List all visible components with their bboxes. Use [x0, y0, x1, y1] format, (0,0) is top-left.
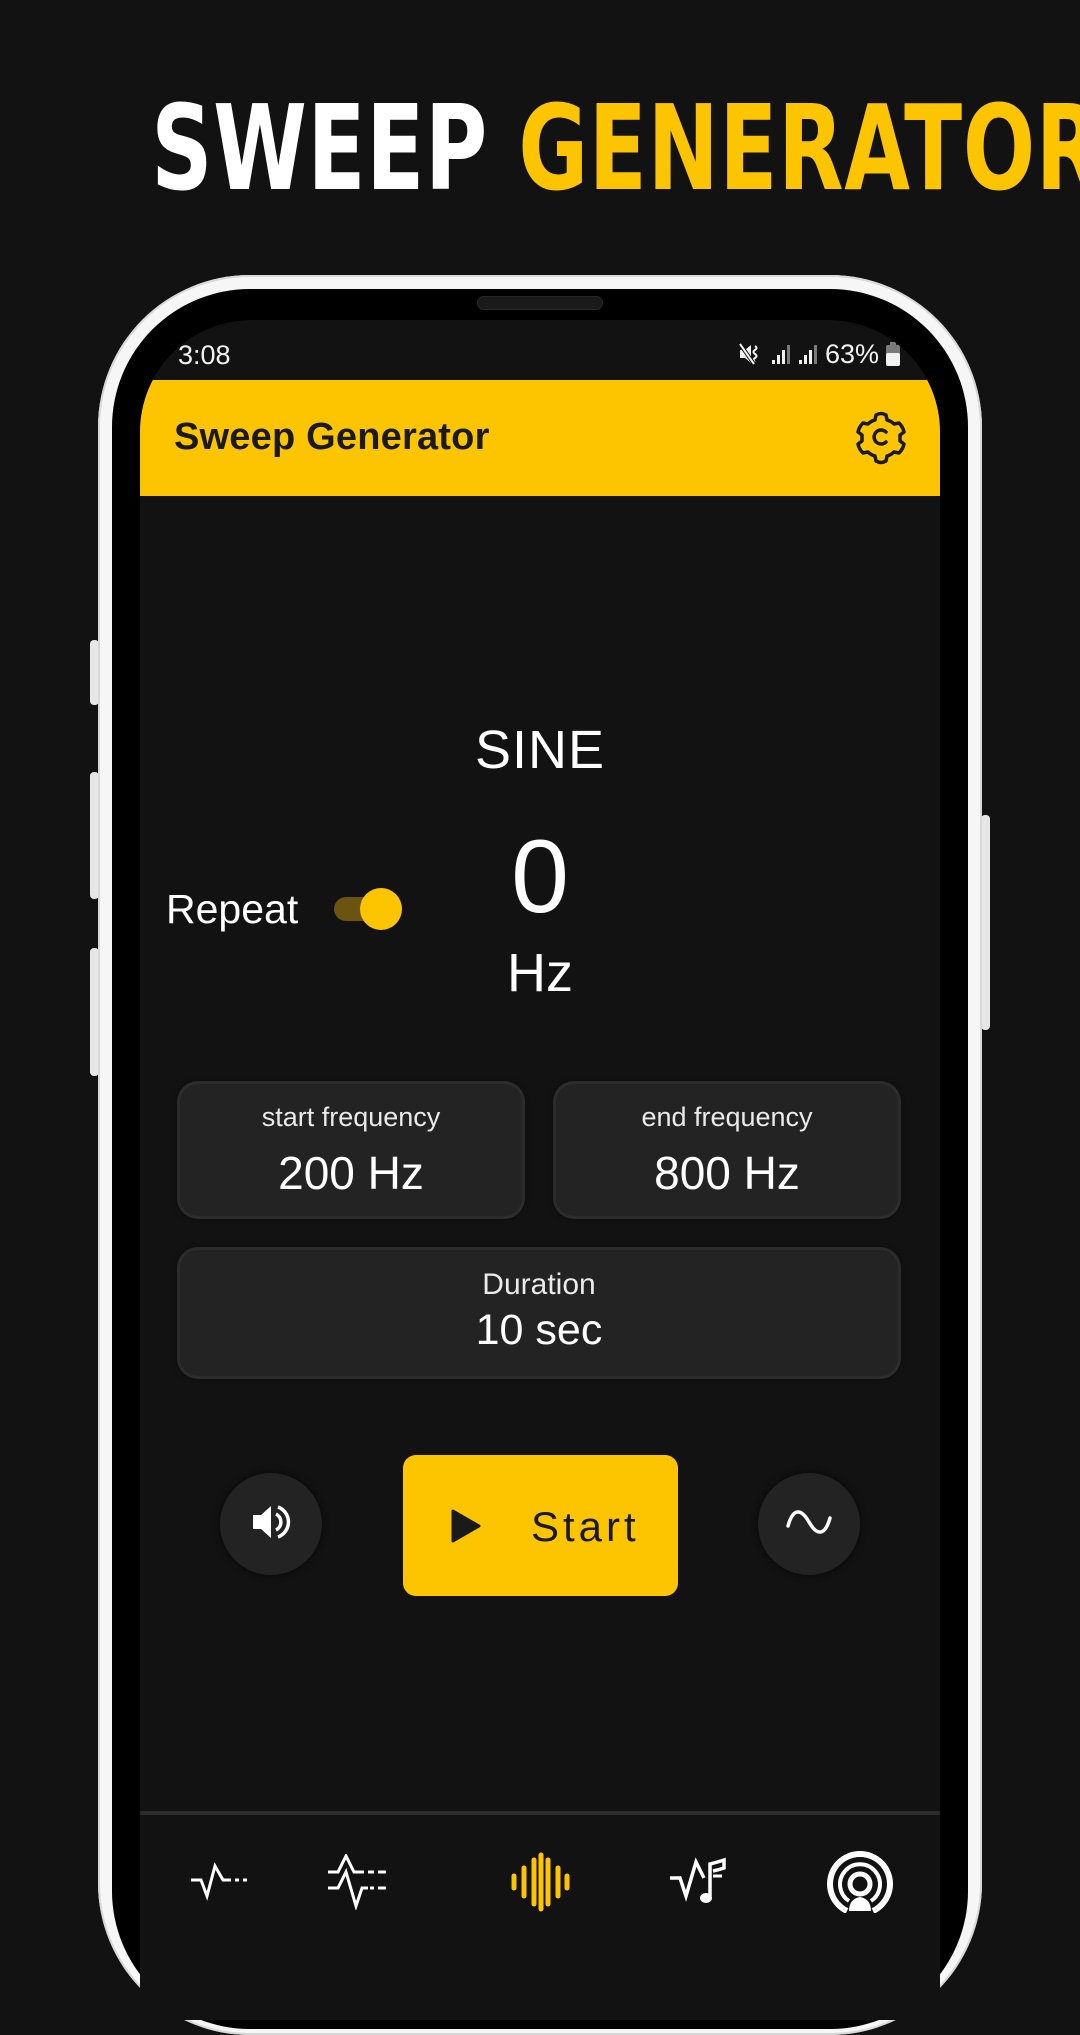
- wave-type-label: SINE: [474, 720, 606, 780]
- status-icons: 63%: [738, 339, 900, 369]
- broadcast-icon: [827, 1850, 893, 1918]
- repeat-toggle[interactable]: [332, 885, 404, 931]
- toggle-thumb: [360, 888, 402, 930]
- pulse-icon: [189, 1861, 253, 1907]
- dual-pulse-icon: [326, 1852, 390, 1915]
- end-frequency-card[interactable]: end frequency 800 Hz: [556, 1084, 898, 1216]
- settings-button[interactable]: [852, 410, 910, 468]
- status-time: 3:08: [178, 340, 231, 370]
- start-frequency-card[interactable]: start frequency 200 Hz: [180, 1084, 522, 1216]
- nav-item-dual-pulse[interactable]: [313, 1849, 403, 1919]
- headline-word-generator: GENERATOR: [518, 79, 1080, 217]
- gear-icon: [853, 409, 909, 470]
- speaker-icon: [249, 1502, 293, 1547]
- play-icon: [450, 1509, 482, 1548]
- start-label: Start: [531, 1503, 640, 1550]
- app-title: Sweep Generator: [174, 416, 490, 458]
- promo-headline: SWEEP GENERATOR: [151, 78, 1080, 218]
- start-button[interactable]: Start: [403, 1455, 678, 1596]
- sine-wave-icon: [785, 1504, 833, 1545]
- nav-item-pulse-music[interactable]: [655, 1849, 745, 1919]
- headline-word-sweep: SWEEP: [151, 79, 489, 217]
- end-frequency-label: end frequency: [641, 1102, 813, 1132]
- nav-item-broadcast[interactable]: [815, 1849, 905, 1919]
- phone-side-button: [981, 815, 990, 1030]
- current-frequency-unit: Hz: [507, 943, 573, 1003]
- repeat-label: Repeat: [166, 886, 299, 932]
- waveform-button[interactable]: [758, 1473, 860, 1575]
- vibrate-mute-icon: [738, 342, 764, 366]
- nav-item-sweep[interactable]: [495, 1849, 585, 1919]
- phone-speaker: [477, 296, 603, 310]
- app-bar: Sweep Generator: [140, 380, 940, 496]
- start-frequency-value: 200 Hz: [278, 1147, 424, 1199]
- duration-value: 10 sec: [475, 1306, 603, 1354]
- battery-icon: [886, 342, 900, 366]
- nav-item-pulse[interactable]: [176, 1849, 266, 1919]
- battery-percent: 63%: [824, 338, 879, 369]
- sweep-waveform-icon: [508, 1852, 572, 1917]
- bottom-nav: [140, 1815, 940, 2020]
- pulse-music-icon: [668, 1856, 732, 1913]
- signal-icon: [771, 343, 791, 365]
- status-bar: 3:08 63%: [140, 320, 940, 380]
- duration-card[interactable]: Duration 10 sec: [180, 1250, 898, 1376]
- signal-icon: [798, 343, 818, 365]
- end-frequency-value: 800 Hz: [654, 1147, 800, 1199]
- start-frequency-label: start frequency: [261, 1102, 441, 1132]
- volume-button[interactable]: [220, 1473, 322, 1575]
- duration-label: Duration: [482, 1268, 596, 1301]
- phone-screen: 3:08 63% Sweep Generator SINE 0 Hz Repea…: [140, 320, 940, 2020]
